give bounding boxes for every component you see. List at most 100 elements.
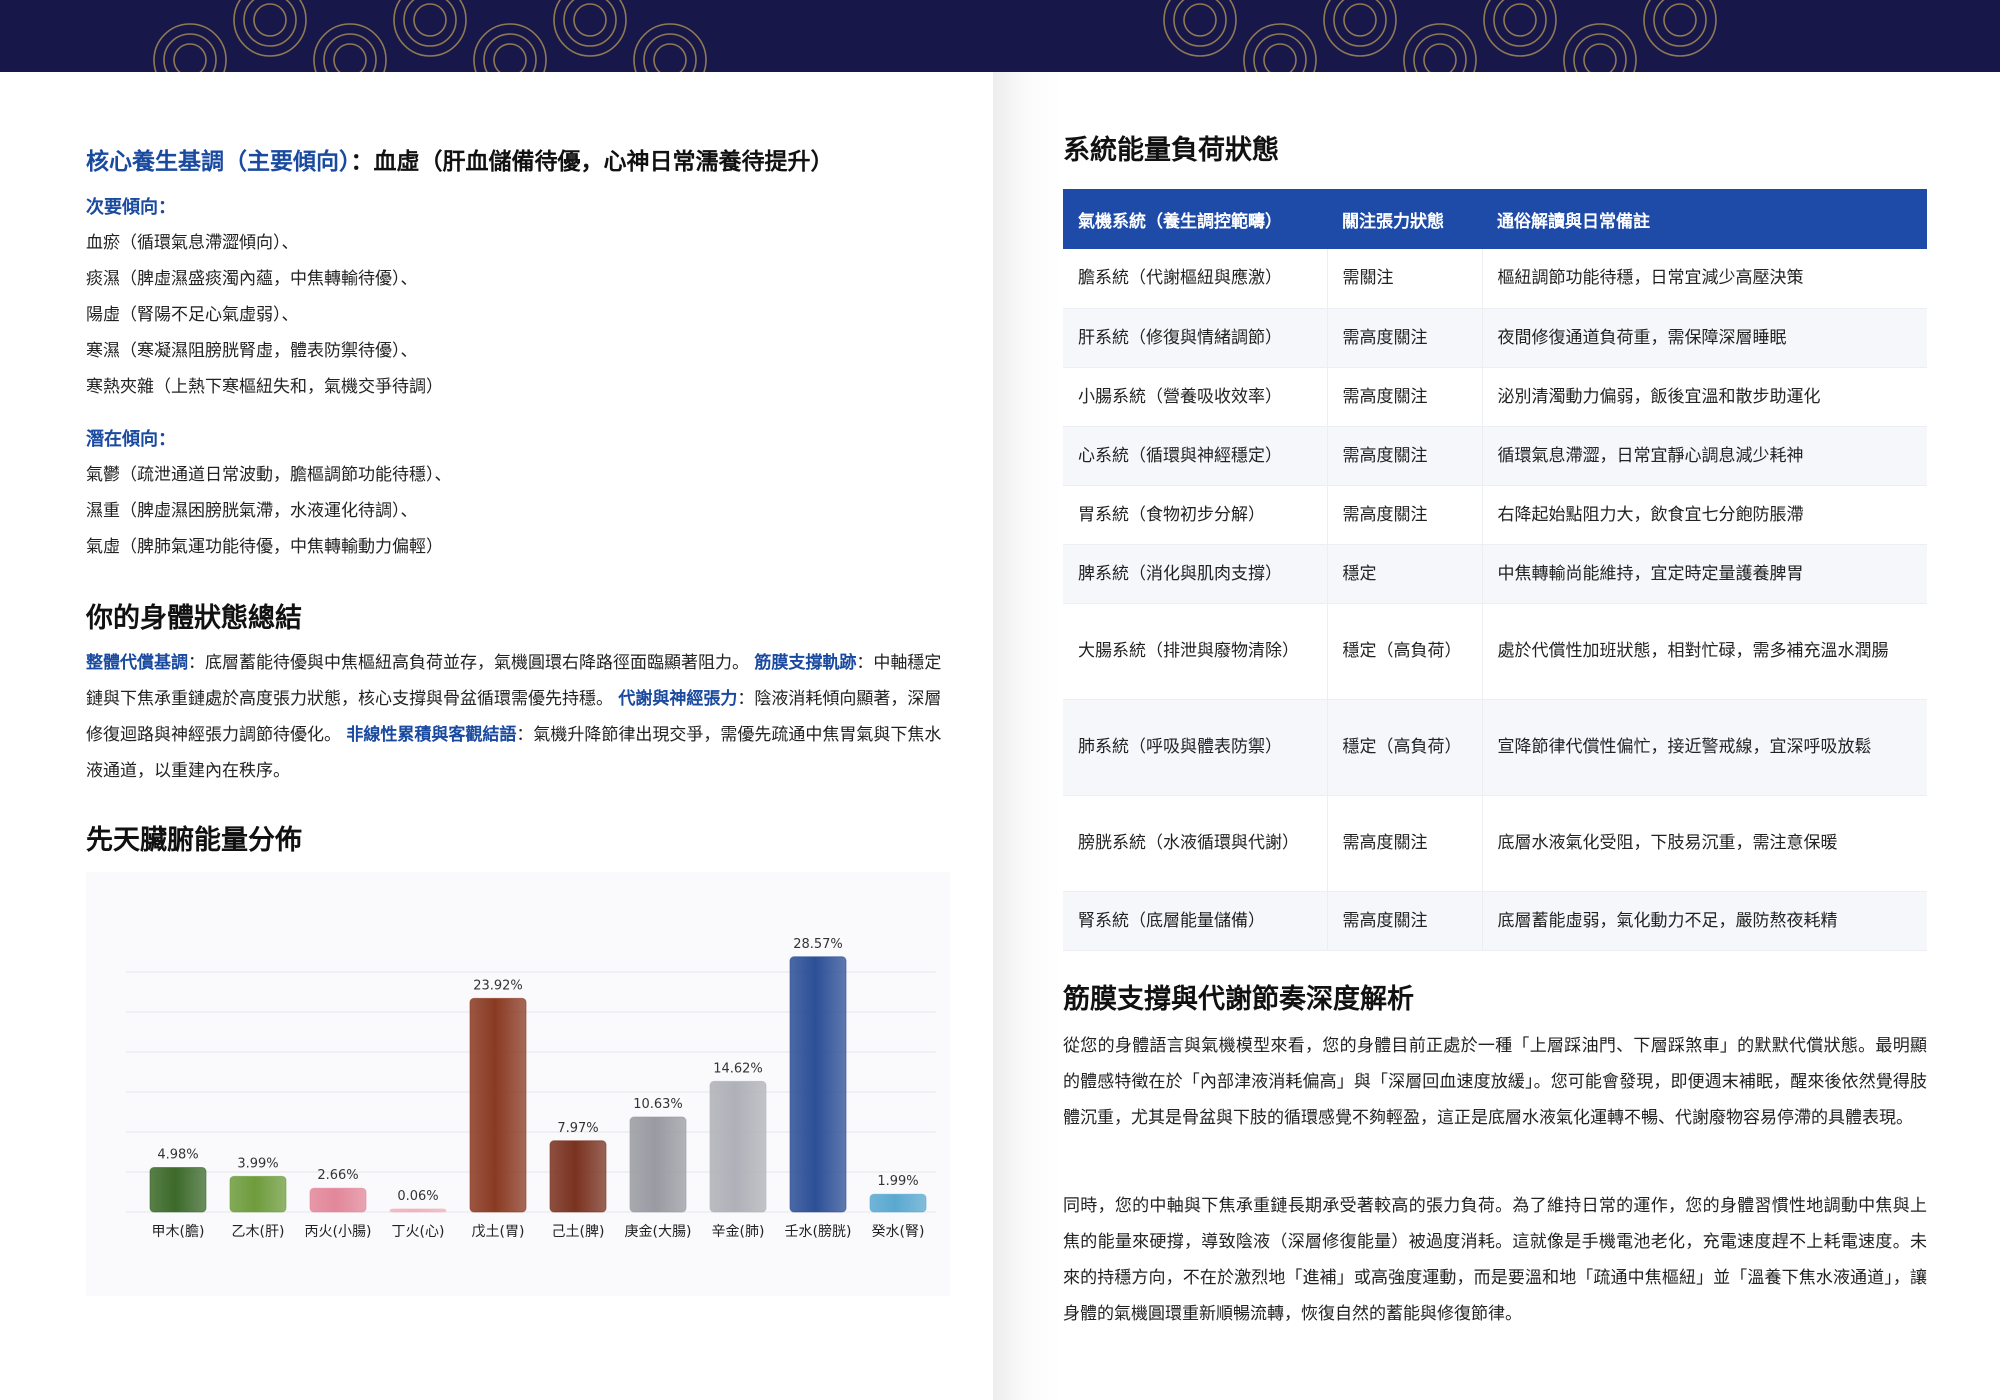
table-cell: 肺系統（呼吸與體表防禦） [1063,699,1328,796]
potential-tendency-list: 氣鬱（疏泄通道日常波動，膽樞調節功能待穩）、 濕重（脾虛濕困膀胱氣滯，水液運化待… [86,457,452,565]
table-row: 膽系統（代謝樞紐與應激） 需關注 樞紐調節功能待穩，日常宜減少高壓決策 [1063,249,1927,309]
list-item: 氣鬱（疏泄通道日常波動，膽樞調節功能待穩）、 [86,465,452,485]
top-decorative-band [0,0,2000,72]
chart-bar [309,1187,367,1213]
bar-value-label: 28.57% [793,937,843,952]
list-item: 濕重（脾虛濕困膀胱氣滯，水液運化待調）、 [86,501,418,521]
category-label: 己土(脾) [552,1224,605,1240]
table-cell: 心系統（循環與神經穩定） [1063,426,1328,486]
table-cell: 處於代償性加班狀態，相對忙碌，需多補充溫水潤腸 [1482,603,1927,700]
list-item: 寒濕（寒凝濕阻膀胱腎虛，體表防禦待優）、 [86,341,418,361]
table-cell: 泌別清濁動力偏弱，飯後宜溫和散步助運化 [1482,367,1927,427]
bar-value-label: 3.99% [237,1156,278,1171]
category-label: 癸水(腎) [872,1224,925,1240]
chart-bar [149,1167,207,1213]
energy-chart: 4.98% 甲木(膽) 3.99% 乙木(肝) 2.66% 丙火(小腸) 0.06% 丁火(心… [86,872,950,1296]
summary-text: ：底層蓄能待優與中焦樞紐高負荷並存，氣機圓環右降路徑面臨顯著阻力。 [188,653,749,673]
analysis-title: 筋膜支撐與代謝節奏深度解析 [1063,984,1414,1015]
summary-title: 你的身體狀態總結 [86,603,302,634]
table-cell: 穩定（高負荷） [1327,699,1483,796]
table-cell: 胃系統（食物初步分解） [1063,485,1328,545]
secondary-tendency-label: 次要傾向： [86,197,176,218]
list-item: 血瘀（循環氣息滯澀傾向）、 [86,233,299,253]
category-label: 壬水(膀胱) [785,1223,852,1240]
analysis-paragraph-2: 同時，您的中軸與下焦承重鏈長期承受著較高的張力負荷。為了維持日常的運作，您的身體… [1063,1196,1927,1324]
chart-bar [469,997,527,1213]
summary-paragraph: 整體代償基調：底層蓄能待優與中焦樞紐高負荷並存，氣機圓環右降路徑面臨顯著阻力。 … [86,645,948,789]
wave-pattern-right [1163,0,1717,72]
potential-tendency-label: 潛在傾向： [86,429,176,450]
chart-bar [549,1140,607,1213]
table-cell: 宣降節律代償性偏忙，接近警戒線，宜深呼吸放鬆 [1482,699,1927,796]
summary-keyword: 非線性累積與客觀結語 [346,725,517,745]
chart-bar [709,1080,767,1213]
energy-bar-chart: 4.98% 甲木(膽) 3.99% 乙木(肝) 2.66% 丙火(小腸) 0.06% 丁火(心… [126,937,936,1240]
table-cell: 需高度關注 [1327,367,1483,427]
summary-keyword: 整體代償基調 [86,653,188,673]
table-cell: 需關注 [1327,249,1483,309]
chart-title: 先天臟腑能量分佈 [86,825,302,856]
summary-keyword: 筋膜支撐軌跡 [754,653,857,673]
category-label: 戊土(胃) [472,1224,525,1240]
table-cell: 需高度關注 [1327,891,1483,951]
bar-value-label: 14.62% [713,1061,763,1076]
chart-bar [789,956,847,1213]
table-row: 膀胱系統（水液循環與代謝） 需高度關注 底層水液氣化受阻，下肢易沉重，需注意保暖 [1063,795,1927,892]
core-tendency-label: 核心養生基調（主要傾向） [86,149,351,175]
table-cell: 需高度關注 [1327,308,1483,368]
list-item: 氣虛（脾肺氣運功能待優，中焦轉輸動力偏輕） [86,537,443,557]
table-cell: 夜間修復通道負荷重，需保障深層睡眠 [1482,308,1927,368]
bar-value-label: 4.98% [157,1148,198,1163]
analysis-paragraph-1: 從您的身體語言與氣機模型來看，您的身體目前正處於一種「上層踩油門、下層踩煞車」的… [1063,1036,1927,1128]
table-row: 脾系統（消化與肌肉支撐） 穩定 中焦轉輸尚能維持，宜定時定量護養脾胃 [1063,544,1927,604]
chart-bar [229,1175,287,1213]
table-row: 腎系統（底層能量儲備） 需高度關注 底層蓄能虛弱，氣化動力不足，嚴防熬夜耗精 [1063,891,1927,951]
bar-value-label: 23.92% [473,978,523,993]
column-header: 關注張力狀態 [1327,189,1482,249]
list-item: 寒熱夾雜（上熱下寒樞紐失和，氣機交爭待調） [86,377,443,397]
table-cell: 需高度關注 [1327,426,1483,486]
table-row: 心系統（循環與神經穩定） 需高度關注 循環氣息滯澀，日常宜靜心調息減少耗神 [1063,426,1927,486]
table-title: 系統能量負荷狀態 [1063,135,1279,166]
table-cell: 需高度關注 [1327,795,1483,892]
bar-value-label: 1.99% [877,1174,918,1189]
summary-keyword: 代謝與神經張力 [618,689,738,709]
table-cell: 需高度關注 [1327,485,1483,545]
table-cell: 膽系統（代謝樞紐與應激） [1063,249,1328,309]
bar-value-label: 10.63% [633,1097,683,1112]
wave-pattern-left [153,0,707,72]
bar-value-label: 2.66% [317,1168,358,1183]
table-row: 肝系統（修復與情緒調節） 需高度關注 夜間修復通道負荷重，需保障深層睡眠 [1063,308,1927,368]
column-header: 氣機系統（養生調控範疇） [1063,189,1327,249]
bar-value-label: 7.97% [557,1121,598,1136]
secondary-tendency-list: 血瘀（循環氣息滯澀傾向）、 痰濕（脾虛濕盛痰濁內蘊，中焦轉輸待優）、 陽虛（腎陽… [86,225,443,405]
core-tendency-value: ：血虛（肝血儲備待優，心神日常濡養待提升） [350,149,834,175]
table-cell: 穩定（高負荷） [1327,603,1483,700]
core-tendency: 核心養生基調（主要傾向）：血虛（肝血儲備待優，心神日常濡養待提升） [86,142,834,176]
table-row: 大腸系統（排泄與廢物清除） 穩定（高負荷） 處於代償性加班狀態，相對忙碌，需多補… [1063,603,1927,700]
table-cell: 膀胱系統（水液循環與代謝） [1063,795,1328,892]
table-cell: 底層水液氣化受阻，下肢易沉重，需注意保暖 [1482,795,1927,892]
chart-bar [629,1116,687,1213]
table-cell: 底層蓄能虛弱，氣化動力不足，嚴防熬夜耗精 [1482,891,1927,951]
table-cell: 小腸系統（營養吸收效率） [1063,367,1328,427]
page-spine-shadow [993,72,1063,1400]
table-row: 胃系統（食物初步分解） 需高度關注 右降起始點阻力大，飲食宜七分飽防脹滯 [1063,485,1927,545]
table-cell: 腎系統（底層能量儲備） [1063,891,1328,951]
table-header-row: 氣機系統（養生調控範疇） 關注張力狀態 通俗解讀與日常備註 [1063,189,1927,249]
category-label: 辛金(肺) [712,1224,765,1240]
table-cell: 肝系統（修復與情緒調節） [1063,308,1328,368]
table-cell: 循環氣息滯澀，日常宜靜心調息減少耗神 [1482,426,1927,486]
category-label: 甲木(膽) [152,1223,205,1240]
table-cell: 中焦轉輸尚能維持，宜定時定量護養脾胃 [1482,544,1927,604]
table-cell: 穩定 [1327,544,1483,604]
table-cell: 大腸系統（排泄與廢物清除） [1063,603,1328,700]
table-row: 肺系統（呼吸與體表防禦） 穩定（高負荷） 宣降節律代償性偏忙，接近警戒線，宜深呼… [1063,699,1927,796]
system-load-table: 氣機系統（養生調控範疇） 關注張力狀態 通俗解讀與日常備註 膽系統（代謝樞紐與應… [1063,189,1927,951]
category-label: 庚金(大腸) [625,1224,692,1240]
table-cell: 脾系統（消化與肌肉支撐） [1063,544,1328,604]
table-cell: 樞紐調節功能待穩，日常宜減少高壓決策 [1482,249,1927,309]
chart-bar [389,1208,447,1213]
category-label: 丁火(心) [392,1224,445,1240]
column-header: 通俗解讀與日常備註 [1482,189,1927,249]
